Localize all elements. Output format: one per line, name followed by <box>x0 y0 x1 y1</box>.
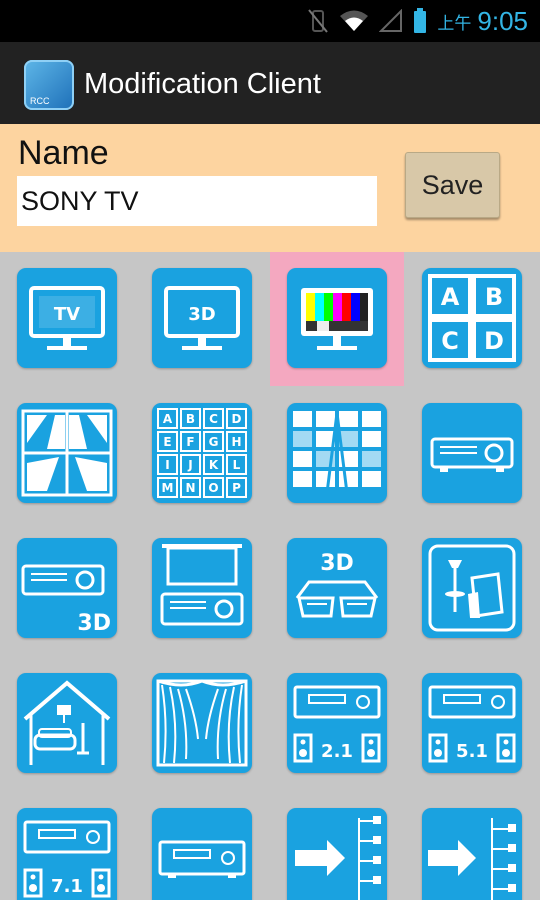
icon-cell[interactable] <box>135 792 269 900</box>
receiver-2-1-label: 2.1 <box>321 741 353 762</box>
icon-cell[interactable] <box>270 387 404 521</box>
icon-cell[interactable]: 2.1 <box>270 657 404 791</box>
receiver-icon[interactable] <box>152 808 252 900</box>
key-m: M <box>162 481 174 495</box>
projector-3d-icon[interactable]: 3D <box>17 538 117 638</box>
lounge-chair-lamp-icon[interactable] <box>422 538 522 638</box>
quad-letter-a: A <box>441 283 460 311</box>
icon-cell[interactable] <box>405 387 539 521</box>
projector-icon[interactable] <box>422 403 522 503</box>
name-panel: Name Save <box>0 124 540 252</box>
projector-screen-icon[interactable] <box>152 538 252 638</box>
name-input[interactable] <box>17 176 377 226</box>
road-windows-icon[interactable] <box>17 403 117 503</box>
receiver-2-1-icon[interactable]: 2.1 <box>287 673 387 773</box>
key-i: I <box>165 458 169 472</box>
arrow-switch-alt-icon[interactable] <box>422 808 522 900</box>
icon-cell[interactable]: A B C D <box>405 252 539 386</box>
icon-cell[interactable]: 3D <box>270 522 404 656</box>
vibrate-muted-icon <box>307 8 329 34</box>
app-logo-icon[interactable]: RCC <box>24 60 74 110</box>
cell-signal-icon <box>379 9 403 33</box>
glasses-3d-label: 3D <box>320 551 354 576</box>
projector-3d-label: 3D <box>77 611 111 636</box>
icon-cell[interactable] <box>270 792 404 900</box>
theater-curtain-icon[interactable] <box>152 673 252 773</box>
app-logo-badge: RCC <box>30 96 50 106</box>
wifi-icon <box>339 9 369 33</box>
tv-3d-icon[interactable]: 3D <box>152 268 252 368</box>
name-label: Name <box>18 134 109 172</box>
icon-cell[interactable]: A B C D E F G H I J K L M N O P <box>135 387 269 521</box>
icon-cell[interactable]: 5.1 <box>405 657 539 791</box>
key-k: K <box>209 458 219 472</box>
tv-label: TV <box>54 304 80 325</box>
clock-time: 9:05 <box>477 5 528 36</box>
app-title: Modification Client <box>84 68 321 100</box>
key-o: O <box>208 481 218 495</box>
keyboard-grid-icon[interactable]: A B C D E F G H I J K L M N O P <box>152 403 252 503</box>
key-g: G <box>209 435 219 449</box>
action-bar: RCC Modification Client <box>0 42 540 126</box>
icon-cell[interactable]: TV <box>0 252 134 386</box>
receiver-7-1-icon[interactable]: 7.1 <box>17 808 117 900</box>
key-j: J <box>187 458 192 472</box>
icon-cell[interactable] <box>405 792 539 900</box>
save-button[interactable]: Save <box>405 152 500 218</box>
key-a: A <box>163 412 173 426</box>
icon-cell[interactable] <box>135 657 269 791</box>
key-e: E <box>163 435 171 449</box>
icon-cell[interactable] <box>0 657 134 791</box>
icon-cell[interactable]: 3D <box>0 522 134 656</box>
receiver-5-1-icon[interactable]: 5.1 <box>422 673 522 773</box>
icon-cell[interactable] <box>135 522 269 656</box>
key-h: H <box>231 435 241 449</box>
icon-cell[interactable] <box>0 387 134 521</box>
quad-letter-c: C <box>441 327 459 355</box>
quad-letter-b: B <box>485 283 503 311</box>
arrow-switch-icon[interactable] <box>287 808 387 900</box>
icon-grid: TV 3D A B C D A B C D E F G H I J K L M … <box>0 252 540 900</box>
key-l: L <box>233 458 241 472</box>
abcd-quad-icon[interactable]: A B C D <box>422 268 522 368</box>
receiver-5-1-label: 5.1 <box>456 741 488 762</box>
icon-cell-selected[interactable] <box>270 252 404 386</box>
quad-letter-d: D <box>484 327 504 355</box>
icon-cell[interactable]: 7.1 <box>0 792 134 900</box>
tv-icon[interactable]: TV <box>17 268 117 368</box>
icon-cell[interactable] <box>405 522 539 656</box>
3d-glasses-icon[interactable]: 3D <box>287 538 387 638</box>
tv-3d-label: 3D <box>188 304 215 325</box>
split-screen-grid-icon[interactable] <box>287 403 387 503</box>
color-bars-tv-icon[interactable] <box>287 268 387 368</box>
status-bar: 上午 9:05 <box>0 0 540 42</box>
clock-ampm: 上午 <box>437 13 472 34</box>
key-d: D <box>232 412 242 426</box>
receiver-7-1-label: 7.1 <box>51 876 83 897</box>
key-n: N <box>185 481 195 495</box>
key-p: P <box>232 481 241 495</box>
battery-icon <box>413 8 427 34</box>
key-f: F <box>186 435 194 449</box>
icon-cell[interactable]: 3D <box>135 252 269 386</box>
living-room-icon[interactable] <box>17 673 117 773</box>
key-c: C <box>209 412 218 426</box>
key-b: B <box>186 412 195 426</box>
